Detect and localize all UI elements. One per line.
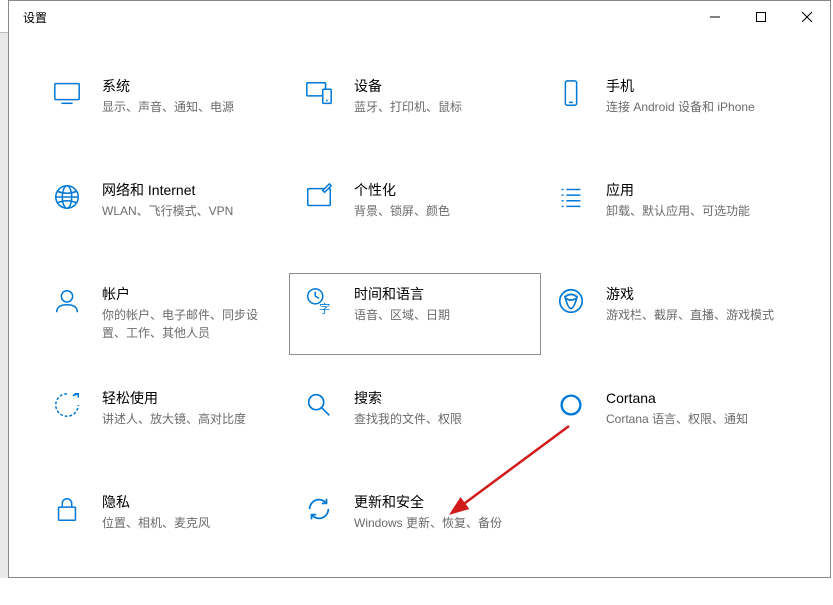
tile-desc: 你的帐户、电子邮件、同步设置、工作、其他人员	[102, 306, 280, 342]
tile-title: 帐户	[102, 284, 280, 304]
svg-text:字: 字	[319, 301, 330, 315]
tile-title: 网络和 Internet	[102, 180, 280, 200]
background-strip	[0, 32, 8, 578]
tile-desc: 卸载、默认应用、可选功能	[606, 202, 784, 220]
tile-desc: 查找我的文件、权限	[354, 410, 532, 428]
gaming-icon	[550, 284, 592, 316]
tile-title: 个性化	[354, 180, 532, 200]
window-title: 设置	[23, 9, 47, 26]
devices-icon	[298, 76, 340, 108]
update-security-icon	[298, 492, 340, 524]
window-buttons	[692, 1, 830, 33]
tile-desc: 蓝牙、打印机、鼠标	[354, 98, 532, 116]
maximize-button[interactable]	[738, 1, 784, 33]
search-icon	[298, 388, 340, 420]
tile-desc: 连接 Android 设备和 iPhone	[606, 98, 784, 116]
tile-phone[interactable]: 手机 连接 Android 设备和 iPhone	[541, 65, 793, 147]
tile-desc: Windows 更新、恢复、备份	[354, 514, 532, 532]
phone-icon	[550, 76, 592, 108]
tile-title: 手机	[606, 76, 784, 96]
cortana-icon	[550, 388, 592, 420]
settings-grid: 系统 显示、声音、通知、电源 设备 蓝牙、打印机、鼠标	[9, 33, 830, 605]
tile-search[interactable]: 搜索 查找我的文件、权限	[289, 377, 541, 459]
settings-window: 设置 系统 显示、声音、通知、电源	[8, 0, 831, 578]
tile-title: 搜索	[354, 388, 532, 408]
tile-desc: 位置、相机、麦克风	[102, 514, 280, 532]
tile-title: Cortana	[606, 388, 784, 408]
tile-accounts[interactable]: 帐户 你的帐户、电子邮件、同步设置、工作、其他人员	[37, 273, 289, 355]
tile-system[interactable]: 系统 显示、声音、通知、电源	[37, 65, 289, 147]
tile-cortana[interactable]: Cortana Cortana 语言、权限、通知	[541, 377, 793, 459]
tile-desc: Cortana 语言、权限、通知	[606, 410, 784, 428]
tile-title: 轻松使用	[102, 388, 280, 408]
tile-ease-of-access[interactable]: 轻松使用 讲述人、放大镜、高对比度	[37, 377, 289, 459]
accounts-icon	[46, 284, 88, 316]
network-icon	[46, 180, 88, 212]
tile-title: 更新和安全	[354, 492, 532, 512]
tile-title: 应用	[606, 180, 784, 200]
personalization-icon	[298, 180, 340, 212]
tile-title: 时间和语言	[354, 284, 532, 304]
time-language-icon: 字	[298, 284, 340, 316]
tile-desc: 讲述人、放大镜、高对比度	[102, 410, 280, 428]
apps-icon	[550, 180, 592, 212]
titlebar: 设置	[9, 1, 830, 33]
tile-desc: 背景、锁屏、颜色	[354, 202, 532, 220]
tile-desc: WLAN、飞行模式、VPN	[102, 202, 280, 220]
tile-privacy[interactable]: 隐私 位置、相机、麦克风	[37, 481, 289, 563]
tile-time-language[interactable]: 字 时间和语言 语音、区域、日期	[289, 273, 541, 355]
system-icon	[46, 76, 88, 108]
tile-personalization[interactable]: 个性化 背景、锁屏、颜色	[289, 169, 541, 251]
tile-apps[interactable]: 应用 卸载、默认应用、可选功能	[541, 169, 793, 251]
tile-desc: 语音、区域、日期	[354, 306, 532, 324]
minimize-button[interactable]	[692, 1, 738, 33]
tile-network[interactable]: 网络和 Internet WLAN、飞行模式、VPN	[37, 169, 289, 251]
tile-desc: 显示、声音、通知、电源	[102, 98, 280, 116]
tile-update-security[interactable]: 更新和安全 Windows 更新、恢复、备份	[289, 481, 541, 563]
close-button[interactable]	[784, 1, 830, 33]
tile-title: 设备	[354, 76, 532, 96]
tile-desc: 游戏栏、截屏、直播、游戏模式	[606, 306, 784, 324]
tile-title: 隐私	[102, 492, 280, 512]
privacy-icon	[46, 492, 88, 524]
tile-devices[interactable]: 设备 蓝牙、打印机、鼠标	[289, 65, 541, 147]
tile-gaming[interactable]: 游戏 游戏栏、截屏、直播、游戏模式	[541, 273, 793, 355]
tile-title: 游戏	[606, 284, 784, 304]
ease-of-access-icon	[46, 388, 88, 420]
tile-title: 系统	[102, 76, 280, 96]
